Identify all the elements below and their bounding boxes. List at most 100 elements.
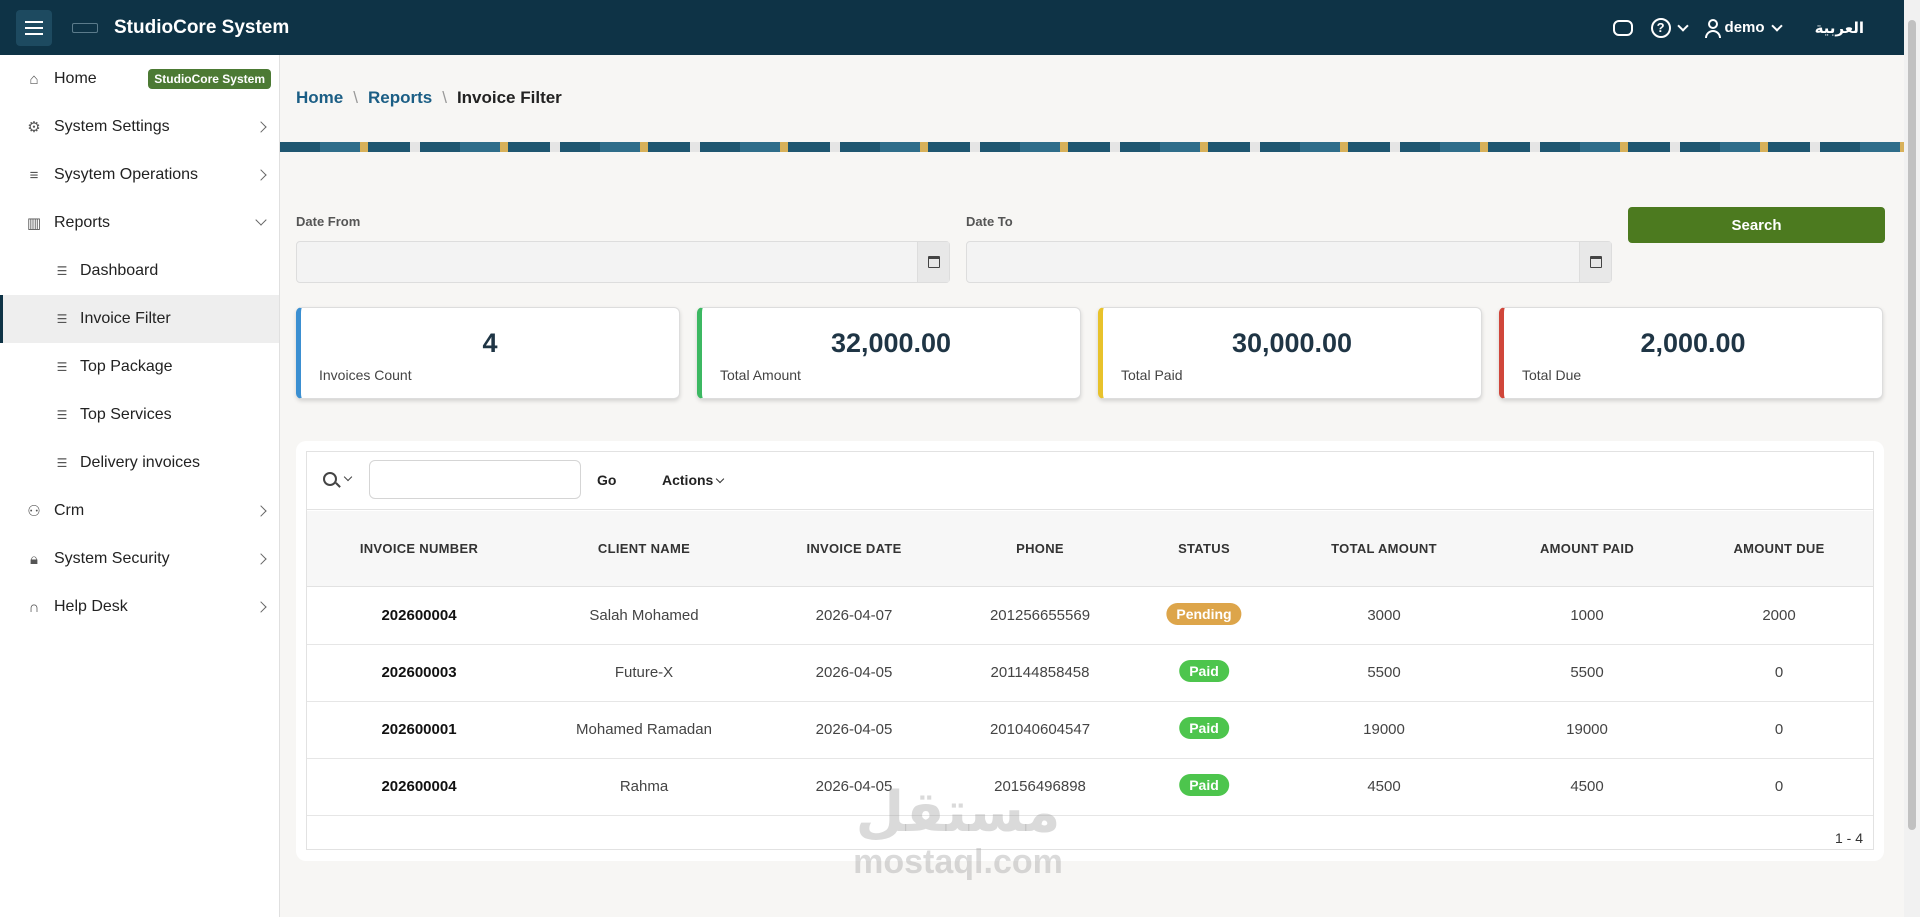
cell-total-amount: 19000 xyxy=(1363,721,1405,738)
sidebar-item-delivery-invoices[interactable]: ☰ Delivery invoices xyxy=(0,439,279,487)
sidebar-item-system-operations[interactable]: ≡ Sysytem Operations xyxy=(0,151,279,199)
chevron-right-icon xyxy=(255,553,267,565)
headset-icon: ∩ xyxy=(28,598,40,616)
cell-amount-due: 2000 xyxy=(1762,607,1796,624)
chevron-down-icon xyxy=(716,474,725,484)
list-icon: ☰ xyxy=(56,456,68,470)
help-icon: ? xyxy=(1650,17,1671,38)
cell-phone: 20156496898 xyxy=(994,778,1086,795)
column-header-amount-paid[interactable]: AMOUNT PAID xyxy=(1540,541,1634,556)
cell-amount-paid: 5500 xyxy=(1570,664,1604,681)
stat-value: 30,000.00 xyxy=(1231,328,1353,358)
cell-total-amount: 3000 xyxy=(1367,607,1401,624)
sidebar-item-system-settings[interactable]: ⚙ System Settings xyxy=(0,103,279,151)
cell-client-name: Rahma xyxy=(619,778,669,795)
sidebar-item-label: Top Package xyxy=(80,358,173,375)
scrollbar-thumb[interactable] xyxy=(1908,20,1916,830)
cell-invoice-date: 2026-04-05 xyxy=(815,778,893,795)
chevron-right-icon xyxy=(255,601,267,613)
go-button[interactable]: Go xyxy=(597,472,616,488)
cell-client-name: Future-X xyxy=(614,664,674,681)
sidebar-item-crm[interactable]: ⚇ Crm xyxy=(0,487,279,535)
menu-icon[interactable] xyxy=(16,9,52,46)
cell-phone: 201040604547 xyxy=(989,721,1091,738)
gear-icon: ⚙ xyxy=(27,119,41,136)
sidebar: ⌂ Home StudioCore System ⚙ System Settin… xyxy=(0,55,280,917)
language-switch-link[interactable]: العربية xyxy=(1815,19,1864,37)
status-badge: Paid xyxy=(1179,717,1229,739)
table-row: 202600004 Rahma 2026-04-05 20156496898 P… xyxy=(307,759,1873,816)
breadcrumb-separator: \ xyxy=(442,88,447,107)
status-badge: Pending xyxy=(1166,603,1242,625)
invoice-report-region: Go Actions INVOICE NUMBER CLIENT NAME IN… xyxy=(296,441,1884,861)
stat-label: Total Paid xyxy=(1121,367,1183,383)
breadcrumb-home[interactable]: Home xyxy=(296,88,343,108)
cell-amount-paid: 4500 xyxy=(1570,778,1604,795)
cell-invoice-date: 2026-04-05 xyxy=(815,721,893,738)
sidebar-item-top-services[interactable]: ☰ Top Services xyxy=(0,391,279,439)
breadcrumb-current: Invoice Filter xyxy=(456,88,562,107)
cell-phone: 201256655569 xyxy=(989,607,1091,624)
column-header-invoice-number[interactable]: INVOICE NUMBER xyxy=(360,541,478,556)
cell-amount-due: 0 xyxy=(1774,778,1784,795)
cell-total-amount: 5500 xyxy=(1367,664,1401,681)
date-from-label: Date From xyxy=(296,214,361,229)
chevron-down-icon[interactable] xyxy=(343,472,353,482)
user-menu-button[interactable]: demo xyxy=(1704,18,1783,38)
chevron-down-icon xyxy=(255,214,267,226)
column-header-phone[interactable]: PHONE xyxy=(1016,541,1064,556)
date-from-field[interactable] xyxy=(296,241,950,283)
search-icon[interactable] xyxy=(323,472,337,486)
chevron-down-icon xyxy=(1770,19,1783,32)
sidebar-item-system-security[interactable]: 🔒︎ System Security xyxy=(0,535,279,583)
column-header-status[interactable]: STATUS xyxy=(1178,541,1230,556)
stat-label: Total Amount xyxy=(720,367,801,383)
help-menu-button[interactable]: ? xyxy=(1650,17,1689,38)
chevron-down-icon xyxy=(1676,19,1689,32)
date-to-label: Date To xyxy=(966,214,1013,229)
chart-icon: ▥ xyxy=(26,215,42,232)
actions-menu-button[interactable]: Actions xyxy=(662,472,725,488)
column-header-amount-due[interactable]: AMOUNT DUE xyxy=(1733,541,1824,556)
sidebar-item-home[interactable]: ⌂ Home StudioCore System xyxy=(0,55,279,103)
list-icon: ☰ xyxy=(56,408,68,422)
app-badge: StudioCore System xyxy=(148,69,271,89)
report-search-input[interactable] xyxy=(369,460,581,499)
decorative-banner xyxy=(280,142,1904,152)
chat-icon[interactable] xyxy=(1612,19,1633,36)
sidebar-item-invoice-filter[interactable]: ☰ Invoice Filter xyxy=(0,295,279,343)
top-navigation-bar: StudioCore System ? demo العربية xyxy=(0,0,1920,55)
sidebar-item-label: Delivery invoices xyxy=(80,454,201,471)
column-header-client-name[interactable]: CLIENT NAME xyxy=(598,541,690,556)
report-toolbar: Go Actions xyxy=(307,452,1873,510)
sidebar-item-help-desk[interactable]: ∩ Help Desk xyxy=(0,583,279,631)
cell-client-name: Salah Mohamed xyxy=(589,607,699,624)
stat-label: Invoices Count xyxy=(319,367,412,383)
status-badge: Paid xyxy=(1179,774,1229,796)
stat-card-total-paid: 30,000.00 Total Paid xyxy=(1098,307,1482,399)
table-header: INVOICE NUMBER CLIENT NAME INVOICE DATE … xyxy=(307,511,1873,587)
sidebar-item-label: Reports xyxy=(54,214,111,231)
chevron-right-icon xyxy=(255,169,267,181)
breadcrumb: Home \ Reports \ Invoice Filter xyxy=(296,88,562,108)
breadcrumb-reports[interactable]: Reports xyxy=(368,88,432,108)
cell-amount-due: 0 xyxy=(1774,664,1784,681)
sidebar-item-dashboard[interactable]: ☰ Dashboard xyxy=(0,247,279,295)
page-scrollbar[interactable] xyxy=(1904,0,1920,917)
date-to-field[interactable] xyxy=(966,241,1612,283)
calendar-icon[interactable] xyxy=(917,242,949,282)
sidebar-item-label: Sysytem Operations xyxy=(54,166,199,183)
sidebar-item-top-package[interactable]: ☰ Top Package xyxy=(0,343,279,391)
cell-amount-paid: 19000 xyxy=(1566,721,1608,738)
app-logo xyxy=(72,22,98,33)
stat-value: 2,000.00 xyxy=(1640,328,1746,358)
column-header-total-amount[interactable]: TOTAL AMOUNT xyxy=(1331,541,1437,556)
calendar-icon[interactable] xyxy=(1579,242,1611,282)
column-header-invoice-date[interactable]: INVOICE DATE xyxy=(806,541,901,556)
cell-invoice-number: 202600004 xyxy=(381,607,457,624)
sidebar-item-label: Crm xyxy=(54,502,85,519)
home-icon: ⌂ xyxy=(29,70,39,88)
search-button[interactable]: Search xyxy=(1628,207,1885,243)
stat-value: 32,000.00 xyxy=(830,328,952,358)
sidebar-item-reports[interactable]: ▥ Reports xyxy=(0,199,279,247)
